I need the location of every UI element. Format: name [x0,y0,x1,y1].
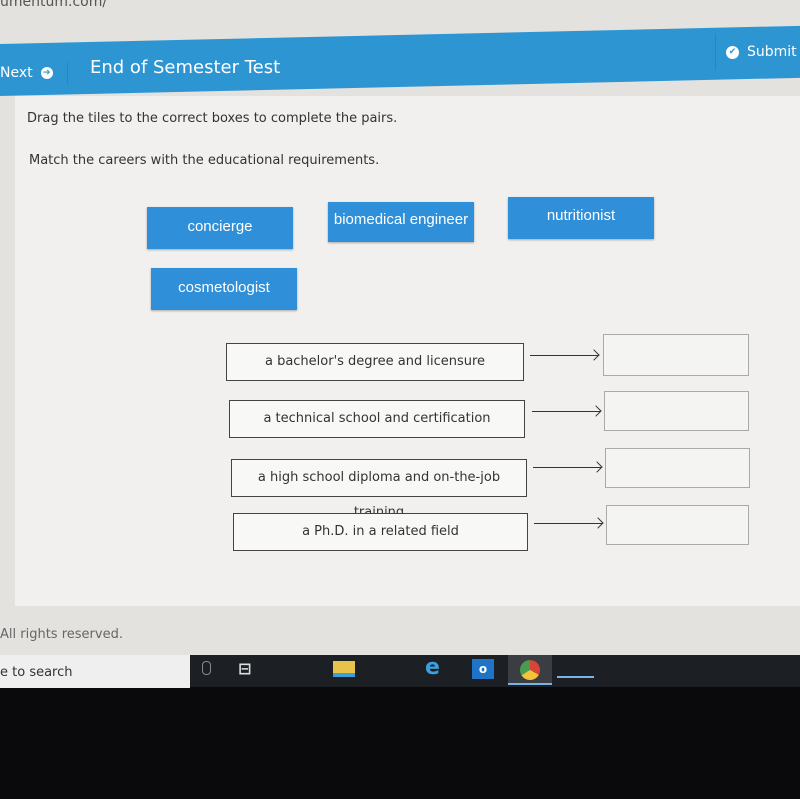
check-circle-icon: ✔ [726,45,739,59]
submit-label: Submit [747,44,797,60]
tile-concierge[interactable]: concierge [147,207,293,249]
chrome-button[interactable] [508,655,552,685]
arrow-right-icon [532,411,600,412]
drop-box-4[interactable] [606,505,749,545]
next-label: Next [0,65,33,81]
page-title: End of Semester Test [90,57,281,78]
arrow-right-icon [530,355,598,356]
drop-box-3[interactable] [605,448,750,488]
next-button[interactable]: Next ➔ [0,62,68,84]
microphone-icon[interactable] [202,661,211,675]
arrow-right-circle-icon: ➔ [40,67,53,79]
drop-box-2[interactable] [604,391,749,431]
submit-button[interactable]: ✔ Submit [715,34,800,70]
requirement-label: a high school diploma and on-the-job tra… [231,459,527,520]
taskbar-indicator [557,676,594,678]
drop-box-1[interactable] [603,334,749,376]
tile-cosmetologist[interactable]: cosmetologist [151,268,297,310]
footer-text: All rights reserved. [0,627,123,642]
arrow-right-icon [534,523,602,524]
outlook-icon[interactable]: o [472,659,494,679]
requirement-label: a bachelor's degree and licensure [226,343,524,381]
requirement-label: a technical school and certification [229,400,525,438]
taskbar-search[interactable]: e to search [0,655,190,688]
prompt: Match the careers with the educational r… [29,153,380,168]
tile-biomedical-engineer[interactable]: biomedical engineer [328,202,474,242]
search-placeholder: e to search [0,665,73,680]
requirement-label: a Ph.D. in a related field [233,513,528,551]
tile-nutritionist[interactable]: nutritionist [508,197,654,239]
file-explorer-icon[interactable] [333,661,355,677]
chrome-icon [520,660,540,680]
url-text[interactable]: umentum.com/ [0,0,107,10]
task-view-icon[interactable]: ⊟ [238,659,260,679]
arrow-right-icon [533,467,601,468]
internet-explorer-icon[interactable]: e [425,657,447,679]
instruction: Drag the tiles to the correct boxes to c… [27,111,398,126]
